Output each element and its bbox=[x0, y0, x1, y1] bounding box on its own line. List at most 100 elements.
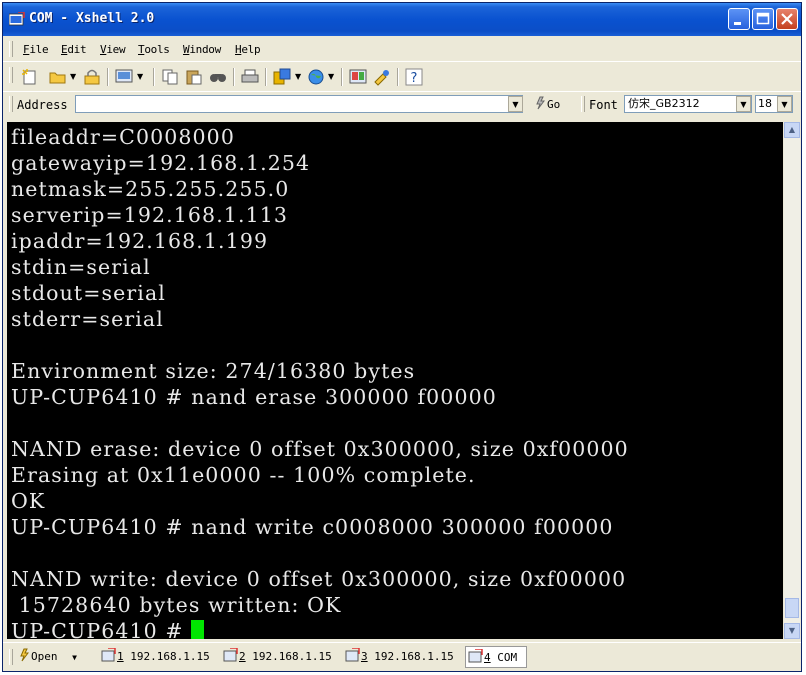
toolbar-separator bbox=[341, 68, 343, 86]
screen-icon[interactable] bbox=[115, 68, 133, 86]
tabbar-grip bbox=[9, 649, 13, 665]
xshell-window: COM - Xshell 2.0 File Edit View Tools Wi… bbox=[2, 2, 802, 672]
tab-label: 192.168.1.15 bbox=[367, 650, 454, 663]
new-session-icon[interactable] bbox=[21, 68, 39, 86]
terminal-line: stderr=serial bbox=[11, 307, 164, 331]
menu-tools[interactable]: Tools bbox=[138, 43, 170, 56]
close-icon bbox=[781, 13, 793, 25]
chevron-down-icon[interactable]: ▼ bbox=[295, 72, 301, 81]
title-bar[interactable]: COM - Xshell 2.0 bbox=[3, 3, 801, 36]
font-name-select[interactable]: 仿宋_GB2312 bbox=[624, 95, 752, 113]
scroll-thumb[interactable] bbox=[785, 598, 799, 618]
terminal-line: gatewayip=192.168.1.254 bbox=[11, 151, 311, 175]
toolbar-separator bbox=[233, 68, 235, 86]
terminal-cursor bbox=[191, 620, 205, 639]
open-session-icon bbox=[20, 648, 29, 662]
menu-window[interactable]: Window bbox=[183, 43, 221, 56]
terminal-line: stdin=serial bbox=[11, 255, 151, 279]
toolbar: ▼ ▼ ▼ ▼ ? bbox=[3, 63, 801, 92]
minimize-button[interactable] bbox=[728, 8, 750, 30]
session-tab-2[interactable]: 2 192.168.1.15 bbox=[221, 646, 341, 668]
session-icon bbox=[345, 647, 360, 662]
tab-label: COM bbox=[490, 651, 518, 664]
terminal-scrollbar[interactable]: ▲ ▼ bbox=[784, 122, 800, 639]
terminal-line: ipaddr=192.168.1.199 bbox=[11, 229, 269, 253]
session-tab-3[interactable]: 3 192.168.1.15 bbox=[343, 646, 463, 668]
address-dropdown-button[interactable]: ▼ bbox=[508, 96, 523, 112]
copy-icon[interactable] bbox=[161, 68, 179, 86]
terminal-prompt-line: UP-CUP6410 # bbox=[11, 619, 205, 639]
menu-view[interactable]: View bbox=[100, 43, 126, 56]
chevron-down-icon[interactable]: ▼ bbox=[137, 72, 143, 81]
xshell-app-icon bbox=[9, 12, 25, 26]
terminal-line: stdout=serial bbox=[11, 281, 166, 305]
maximize-icon bbox=[756, 12, 770, 25]
paste-icon[interactable] bbox=[185, 68, 203, 86]
minimize-icon bbox=[734, 22, 741, 25]
tab-number: 4 bbox=[484, 651, 491, 664]
svg-text:?: ? bbox=[411, 71, 418, 86]
toolbar-separator bbox=[153, 68, 155, 86]
scroll-up-button[interactable]: ▲ bbox=[784, 122, 800, 138]
terminal-line: 15728640 bytes written: OK bbox=[11, 593, 342, 617]
tab-number: 1 bbox=[117, 650, 124, 663]
lock-icon[interactable] bbox=[83, 68, 101, 86]
terminal-line: OK bbox=[11, 489, 46, 513]
session-tab-1[interactable]: 1 192.168.1.15 bbox=[99, 646, 219, 668]
chevron-down-icon: ▼ bbox=[788, 626, 796, 635]
toolbar-grip bbox=[9, 67, 13, 83]
toolbar-separator bbox=[397, 68, 399, 86]
menubar-grip bbox=[9, 41, 13, 57]
chevron-down-icon[interactable]: ▼ bbox=[328, 72, 334, 81]
font-dropdown-button[interactable]: ▼ bbox=[736, 96, 751, 112]
font-label: Font bbox=[589, 98, 618, 112]
window-title: COM - Xshell 2.0 bbox=[29, 11, 155, 26]
go-button[interactable]: Go bbox=[533, 96, 560, 111]
print-icon[interactable] bbox=[241, 68, 259, 86]
terminal-line: Erasing at 0x11e0000 -- 100% complete. bbox=[11, 463, 476, 487]
terminal-line: NAND erase: device 0 offset 0x300000, si… bbox=[11, 437, 629, 461]
settings-icon[interactable] bbox=[349, 68, 367, 86]
address-bar: Address ▼ Go Font 仿宋_GB2312 ▼ 18 ▼ bbox=[3, 92, 801, 119]
terminal-prompt: UP-CUP6410 # bbox=[11, 619, 192, 639]
open-folder-icon[interactable] bbox=[49, 68, 67, 86]
terminal-line: UP-CUP6410 # nand write c0008000 300000 … bbox=[11, 515, 614, 539]
menu-help[interactable]: Help bbox=[235, 43, 261, 56]
terminal-line: NAND write: device 0 offset 0x300000, si… bbox=[11, 567, 627, 591]
addressbar-grip bbox=[9, 96, 13, 112]
session-icon bbox=[468, 648, 483, 663]
session-icon bbox=[101, 647, 116, 662]
tab-number: 3 bbox=[361, 650, 368, 663]
menu-edit[interactable]: Edit bbox=[61, 43, 87, 56]
terminal-line: netmask=255.255.255.0 bbox=[11, 177, 290, 201]
chevron-up-icon: ▲ bbox=[788, 125, 796, 134]
session-icon bbox=[223, 647, 238, 662]
tools-icon[interactable] bbox=[373, 68, 391, 86]
terminal-line: fileaddr=C0008000 bbox=[11, 125, 235, 149]
chevron-down-icon: ▼ bbox=[740, 100, 747, 109]
close-button[interactable] bbox=[776, 8, 798, 30]
session-tab-bar: Open ▼ 1 192.168.1.15 2 192.168.1.15 3 1… bbox=[3, 642, 801, 671]
find-icon[interactable] bbox=[209, 68, 227, 86]
address-input[interactable] bbox=[75, 95, 523, 113]
menu-file[interactable]: File bbox=[23, 43, 49, 56]
fontbar-grip bbox=[581, 96, 585, 112]
chevron-down-icon: ▼ bbox=[512, 100, 519, 109]
maximize-button[interactable] bbox=[752, 8, 774, 30]
scroll-down-button[interactable]: ▼ bbox=[784, 623, 800, 639]
menu-bar: File Edit View Tools Window Help bbox=[3, 37, 801, 62]
tab-label: 192.168.1.15 bbox=[245, 650, 332, 663]
chevron-down-icon[interactable]: ▼ bbox=[70, 72, 76, 81]
terminal-line: serverip=192.168.1.113 bbox=[11, 203, 288, 227]
open-session-button[interactable]: Open ▼ bbox=[17, 646, 77, 668]
sftp-icon[interactable] bbox=[273, 68, 291, 86]
chevron-down-icon: ▼ bbox=[781, 100, 788, 109]
tab-number: 2 bbox=[239, 650, 246, 663]
toolbar-separator bbox=[265, 68, 267, 86]
globe-icon[interactable] bbox=[307, 68, 325, 86]
help-icon[interactable]: ? bbox=[405, 68, 423, 86]
chevron-down-icon: ▼ bbox=[72, 653, 77, 662]
session-tab-4[interactable]: 4 COM bbox=[465, 646, 527, 668]
terminal-area[interactable]: fileaddr=C0008000 gatewayip=192.168.1.25… bbox=[7, 122, 783, 639]
font-size-dropdown-button[interactable]: ▼ bbox=[777, 96, 792, 112]
